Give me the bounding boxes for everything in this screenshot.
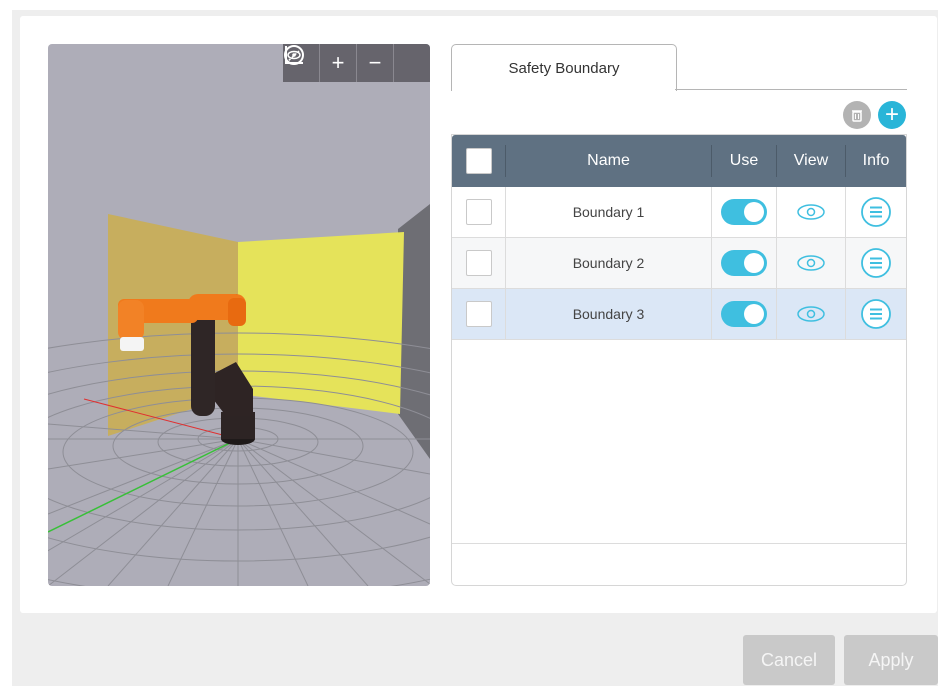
tab-divider <box>675 89 907 90</box>
eye-icon <box>797 306 825 322</box>
header-name: Name <box>587 152 630 169</box>
row-select-cell <box>452 187 505 237</box>
add-boundary-button[interactable]: + <box>878 101 906 129</box>
header-use: Use <box>729 152 759 169</box>
view-glyph <box>284 45 304 65</box>
row-select-cell <box>452 289 505 339</box>
eye-icon <box>797 204 825 220</box>
view-button[interactable] <box>777 289 845 339</box>
view-button[interactable] <box>777 238 845 288</box>
row-checkbox[interactable] <box>465 250 492 276</box>
boundary-table: Name Use View Info Boundary 1 Boundary 2 B… <box>451 134 907 586</box>
cancel-button[interactable]: Cancel <box>743 635 835 685</box>
eye-icon <box>797 255 825 271</box>
info-button[interactable] <box>846 289 906 339</box>
trash-icon <box>852 110 862 122</box>
info-button[interactable] <box>846 187 906 237</box>
header-info: Info <box>862 152 890 169</box>
boundary-name: Boundary 3 <box>572 306 645 322</box>
list-icon <box>861 248 891 278</box>
use-toggle[interactable] <box>721 199 767 225</box>
zoom-in-icon[interactable]: + <box>319 44 356 82</box>
toggle-knob <box>744 304 764 324</box>
table-header: Name Use View Info <box>452 135 906 187</box>
table-row[interactable]: Boundary 1 <box>452 187 906 238</box>
table-footer-divider <box>452 543 906 544</box>
boundary-name: Boundary 1 <box>572 204 645 220</box>
header-select-all <box>452 135 505 187</box>
info-button[interactable] <box>846 238 906 288</box>
row-select-cell <box>452 238 505 288</box>
header-view: View <box>793 152 829 169</box>
use-cell <box>712 187 776 237</box>
delete-button[interactable] <box>843 101 871 129</box>
view-button[interactable] <box>777 187 845 237</box>
viewport-toolbar: + − <box>283 44 430 82</box>
tab-label: Safety Boundary <box>508 59 620 77</box>
row-checkbox[interactable] <box>465 199 492 225</box>
toggle-knob <box>744 202 764 222</box>
select-all-checkbox[interactable] <box>465 148 492 174</box>
toggle-knob <box>744 253 764 273</box>
plus-icon: + <box>884 101 899 128</box>
boundary-name: Boundary 2 <box>572 255 645 271</box>
table-row[interactable]: Boundary 2 <box>452 238 906 289</box>
list-icon <box>861 197 891 227</box>
view-icon[interactable] <box>284 44 430 82</box>
robot-scene <box>48 204 430 586</box>
apply-button[interactable]: Apply <box>844 635 938 685</box>
y-axis-line <box>48 438 239 533</box>
row-checkbox[interactable] <box>465 301 492 327</box>
list-icon <box>861 299 891 329</box>
use-toggle[interactable] <box>721 301 767 327</box>
tab-safety-boundary[interactable]: Safety Boundary <box>451 44 677 91</box>
table-row[interactable]: Boundary 3 <box>452 289 906 340</box>
use-toggle[interactable] <box>721 250 767 276</box>
use-cell <box>712 238 776 288</box>
3d-viewport[interactable]: + − <box>48 44 430 586</box>
use-cell <box>712 289 776 339</box>
zoom-out-icon[interactable]: − <box>356 44 393 82</box>
